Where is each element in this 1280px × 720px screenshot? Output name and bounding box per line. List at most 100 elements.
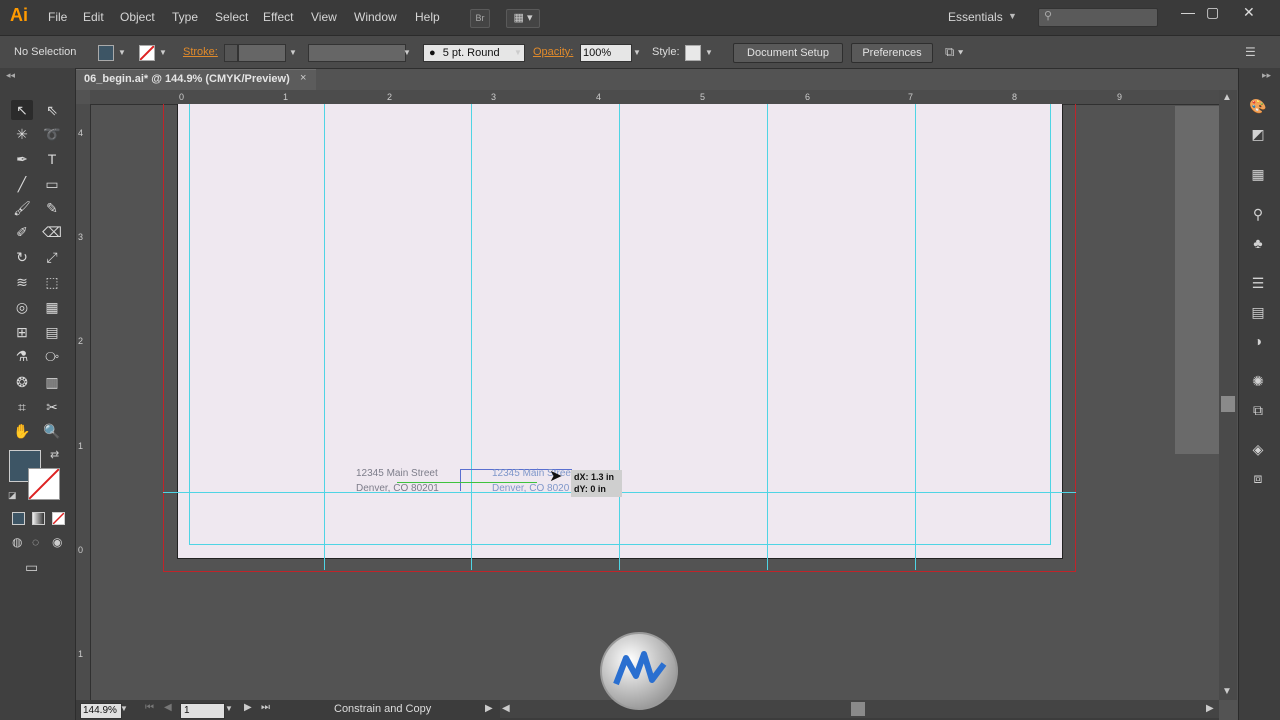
graphic-styles-panel-icon[interactable]: ⧉ <box>1248 401 1268 419</box>
column-guide[interactable] <box>767 104 768 570</box>
symbol-sprayer-tool-icon[interactable]: ❂ <box>11 372 33 392</box>
last-artboard-icon[interactable]: ⏭ <box>261 702 270 713</box>
bridge-button[interactable]: Br <box>470 9 490 28</box>
vertical-scrollbar[interactable] <box>1219 90 1237 700</box>
fill-dropdown-icon[interactable]: ▼ <box>118 48 126 57</box>
screen-mode-icon[interactable]: ▭ <box>25 559 38 576</box>
brushes-panel-icon[interactable]: ⚲ <box>1248 205 1268 223</box>
stroke-label[interactable]: Stroke: <box>183 46 218 58</box>
panel-menu-icon[interactable]: ☰ <box>1245 45 1256 59</box>
address-line-2[interactable]: Denver, CO 80201 <box>356 483 439 494</box>
stroke-panel-icon[interactable]: ☰ <box>1248 274 1268 292</box>
slice-tool-icon[interactable]: ✂ <box>41 397 63 417</box>
gradient-tool-icon[interactable]: ▤ <box>41 322 63 342</box>
status-menu-icon[interactable]: ▶ <box>485 703 493 714</box>
stroke-weight-stepper[interactable] <box>224 44 238 62</box>
document-tab-title[interactable]: 06_begin.ai* @ 144.9% (CMYK/Preview) <box>84 73 290 85</box>
column-guide[interactable] <box>324 104 325 570</box>
menu-object[interactable]: Object <box>120 10 155 24</box>
stroke-dropdown-icon[interactable]: ▼ <box>159 48 167 57</box>
opacity-label[interactable]: Opacity: <box>533 46 573 58</box>
layers-panel-icon[interactable]: ◈ <box>1248 440 1268 458</box>
direct-selection-tool-icon[interactable]: ⇖ <box>41 100 63 120</box>
rotate-tool-icon[interactable]: ↻ <box>11 247 33 267</box>
next-artboard-icon[interactable]: ▶ <box>244 702 252 713</box>
scroll-down-icon[interactable]: ▼ <box>1222 686 1232 697</box>
stroke-weight-dropdown-icon[interactable]: ▼ <box>289 48 297 57</box>
perspective-grid-tool-icon[interactable]: ▦ <box>41 297 63 317</box>
scroll-right-icon[interactable]: ▶ <box>1206 703 1214 714</box>
chevron-down-icon[interactable]: ▼ <box>1008 11 1017 21</box>
width-tool-icon[interactable]: ≋ <box>11 272 33 292</box>
swatches-panel-icon[interactable]: ▦ <box>1248 165 1268 183</box>
menu-type[interactable]: Type <box>172 10 198 24</box>
expand-dock-icon[interactable]: ▸▸ <box>1262 70 1271 81</box>
arrange-icon[interactable]: ⧉ ▾ <box>945 44 963 60</box>
free-transform-tool-icon[interactable]: ⬚ <box>41 272 63 292</box>
lasso-tool-icon[interactable]: ➰ <box>41 124 63 144</box>
none-mode-icon[interactable] <box>52 512 65 525</box>
scale-tool-icon[interactable]: ⤢ <box>41 247 63 267</box>
column-guide[interactable] <box>619 104 620 570</box>
opacity-dropdown-icon[interactable]: ▼ <box>633 48 641 57</box>
document-setup-button[interactable]: Document Setup <box>733 43 843 63</box>
previous-artboard-icon[interactable]: ◀ <box>164 702 172 713</box>
pen-tool-icon[interactable]: ✒ <box>11 149 33 169</box>
preferences-button[interactable]: Preferences <box>851 43 933 63</box>
type-tool-icon[interactable]: T <box>41 149 63 169</box>
menu-effect[interactable]: Effect <box>263 10 293 24</box>
transparency-panel-icon[interactable]: ◑ <box>1248 332 1268 350</box>
gradient-panel-icon[interactable]: ▤ <box>1248 303 1268 321</box>
pencil-tool-icon[interactable]: ✎ <box>41 198 63 218</box>
stroke-weight-field[interactable] <box>238 44 286 62</box>
eraser-tool-icon[interactable]: ⌫ <box>41 222 63 242</box>
gradient-mode-icon[interactable] <box>32 512 45 525</box>
stroke-swatch[interactable] <box>139 45 155 61</box>
brush-dropdown-icon[interactable]: ▼ <box>514 48 522 57</box>
color-mode-icon[interactable] <box>12 512 25 525</box>
collapse-panel-icon[interactable]: ◂◂ <box>6 70 15 81</box>
selection-tool-icon[interactable]: ↖ <box>11 100 33 120</box>
draw-normal-icon[interactable]: ◍ <box>12 535 22 549</box>
zoom-level-field[interactable]: 144.9% <box>80 703 122 719</box>
scroll-left-icon[interactable]: ◀ <box>502 703 510 714</box>
blob-brush-tool-icon[interactable]: ✐ <box>11 222 33 242</box>
hand-tool-icon[interactable]: ✋ <box>11 421 33 441</box>
shape-builder-tool-icon[interactable]: ◎ <box>11 297 33 317</box>
fill-swatch[interactable] <box>98 45 114 61</box>
zoom-tool-icon[interactable]: 🔍 <box>41 421 63 441</box>
draw-inside-icon[interactable]: ◉ <box>52 535 62 549</box>
eyedropper-tool-icon[interactable]: ⚗ <box>11 346 33 366</box>
menu-view[interactable]: View <box>311 10 337 24</box>
vertical-scroll-thumb[interactable] <box>1221 396 1235 412</box>
column-guide[interactable] <box>471 104 472 570</box>
blend-tool-icon[interactable]: ⧂ <box>41 346 63 366</box>
zoom-dropdown-icon[interactable]: ▼ <box>120 704 128 713</box>
search-input[interactable] <box>1038 8 1158 27</box>
color-guide-panel-icon[interactable]: ◩ <box>1248 125 1268 143</box>
workspace-switcher[interactable]: Essentials <box>948 10 1003 24</box>
scroll-up-icon[interactable]: ▲ <box>1222 92 1232 103</box>
menu-edit[interactable]: Edit <box>83 10 104 24</box>
color-panel-icon[interactable]: 🎨 <box>1248 97 1268 115</box>
arrange-documents-button[interactable]: ▦ ▾ <box>506 9 540 28</box>
artboards-panel-icon[interactable]: ⧈ <box>1248 469 1268 487</box>
default-colors-icon[interactable]: ◪ <box>8 490 17 501</box>
brush-definition[interactable]: ● 5 pt. Round <box>423 44 525 62</box>
menu-select[interactable]: Select <box>215 10 248 24</box>
line-tool-icon[interactable]: ╱ <box>11 174 33 194</box>
close-tab-icon[interactable]: × <box>300 72 306 84</box>
profile-dropdown-icon[interactable]: ▼ <box>403 48 411 57</box>
paintbrush-tool-icon[interactable]: 🖌 <box>11 198 33 218</box>
rectangle-tool-icon[interactable]: ▭ <box>41 174 63 194</box>
horizontal-scroll-thumb[interactable] <box>851 702 865 716</box>
first-artboard-icon[interactable]: ⏮ <box>145 702 154 713</box>
appearance-panel-icon[interactable]: ✺ <box>1248 372 1268 390</box>
column-graph-tool-icon[interactable]: ▥ <box>41 372 63 392</box>
column-guide[interactable] <box>915 104 916 570</box>
menu-help[interactable]: Help <box>415 10 440 24</box>
artboard-number-field[interactable]: 1 <box>180 703 225 719</box>
stroke-color-box[interactable] <box>28 468 60 500</box>
status-text[interactable]: Constrain and Copy <box>334 703 431 715</box>
graphic-style-swatch[interactable] <box>685 45 701 61</box>
